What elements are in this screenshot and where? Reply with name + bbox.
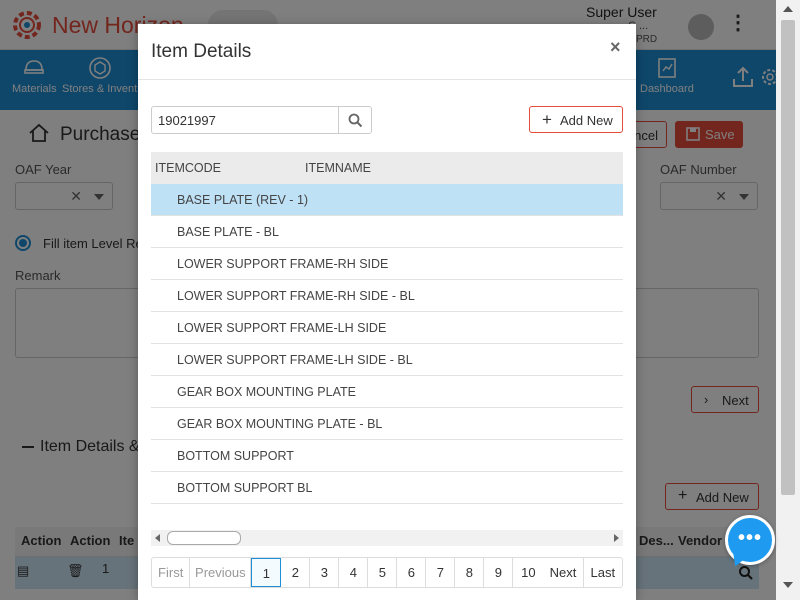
table-row[interactable]: LOWER SUPPORT FRAME-LH SIDE - BL (151, 344, 623, 376)
table-row[interactable]: BOTTOM SUPPORT BL (151, 472, 623, 504)
table-row[interactable]: BASE PLATE - BL (151, 216, 623, 248)
column-header-itemcode[interactable]: ITEMCODE (155, 161, 221, 175)
close-icon[interactable]: × (610, 37, 621, 58)
add-new-label: Add New (560, 113, 613, 128)
pagination-page[interactable]: 5 (368, 558, 398, 587)
pagination: First Previous 1 2 3 4 5 6 7 8 9 10 Next Last (151, 557, 623, 588)
item-details-modal: Item Details × + Add New ITEMCODE ITEMNA… (138, 24, 636, 600)
column-header-itemname[interactable]: ITEMNAME (305, 161, 371, 175)
pagination-previous[interactable]: Previous (190, 558, 252, 587)
item-name-cell: BASE PLATE - BL (177, 225, 279, 239)
modal-title: Item Details (151, 41, 252, 62)
add-new-button[interactable]: + Add New (529, 106, 623, 133)
item-name-cell: BASE PLATE (REV - 1) (177, 193, 309, 207)
table-horizontal-scrollbar[interactable] (151, 530, 623, 546)
chat-bubble-icon: ••• (737, 527, 762, 549)
search-input[interactable] (152, 107, 338, 133)
pagination-last[interactable]: Last (584, 558, 622, 587)
table-row[interactable]: BOTTOM SUPPORT (151, 440, 623, 472)
pagination-next[interactable]: Next (543, 558, 584, 587)
pagination-first[interactable]: First (152, 558, 191, 587)
table-row[interactable]: GEAR BOX MOUNTING PLATE (151, 376, 623, 408)
chat-button[interactable]: ••• (725, 515, 775, 569)
table-row[interactable]: BASE PLATE (REV - 1) (151, 184, 623, 216)
table-row[interactable]: LOWER SUPPORT FRAME-RH SIDE (151, 248, 623, 280)
scroll-left-arrow-icon[interactable] (155, 534, 160, 542)
item-search-box (151, 106, 372, 134)
search-button[interactable] (338, 107, 371, 133)
item-name-cell: LOWER SUPPORT FRAME-LH SIDE (177, 321, 387, 335)
item-name-cell: BOTTOM SUPPORT BL (177, 481, 313, 495)
scrollbar-thumb[interactable] (781, 20, 795, 495)
scroll-right-arrow-icon[interactable] (614, 534, 619, 542)
table-row[interactable]: GEAR BOX MOUNTING PLATE - BL (151, 408, 623, 440)
scroll-up-arrow-icon[interactable] (783, 6, 793, 12)
item-name-cell: LOWER SUPPORT FRAME-LH SIDE - BL (177, 353, 413, 367)
item-name-cell: BOTTOM SUPPORT (177, 449, 294, 463)
pagination-page[interactable]: 6 (397, 558, 427, 587)
pagination-page[interactable]: 7 (426, 558, 456, 587)
pagination-page[interactable]: 2 (281, 558, 311, 587)
item-name-cell: LOWER SUPPORT FRAME-RH SIDE - BL (177, 289, 415, 303)
page-scrollbar[interactable] (776, 0, 800, 600)
modal-header: Item Details × (138, 24, 636, 80)
search-icon (348, 113, 363, 128)
pagination-page[interactable]: 8 (455, 558, 485, 587)
pagination-page[interactable]: 1 (251, 558, 282, 587)
scrollbar-thumb[interactable] (167, 531, 241, 545)
pagination-page[interactable]: 9 (484, 558, 514, 587)
table-row[interactable]: LOWER SUPPORT FRAME-LH SIDE (151, 312, 623, 344)
item-table: ITEMCODE ITEMNAME BASE PLATE (REV - 1) BA… (151, 152, 623, 504)
pagination-page[interactable]: 10 (513, 558, 543, 587)
plus-icon: + (542, 110, 552, 129)
pagination-page[interactable]: 3 (310, 558, 340, 587)
scroll-down-arrow-icon[interactable] (783, 582, 793, 588)
item-name-cell: LOWER SUPPORT FRAME-RH SIDE (177, 257, 389, 271)
pagination-page[interactable]: 4 (339, 558, 369, 587)
item-name-cell: GEAR BOX MOUNTING PLATE - BL (177, 417, 383, 431)
table-row[interactable]: LOWER SUPPORT FRAME-RH SIDE - BL (151, 280, 623, 312)
table-header: ITEMCODE ITEMNAME (151, 152, 623, 184)
item-name-cell: GEAR BOX MOUNTING PLATE (177, 385, 356, 399)
